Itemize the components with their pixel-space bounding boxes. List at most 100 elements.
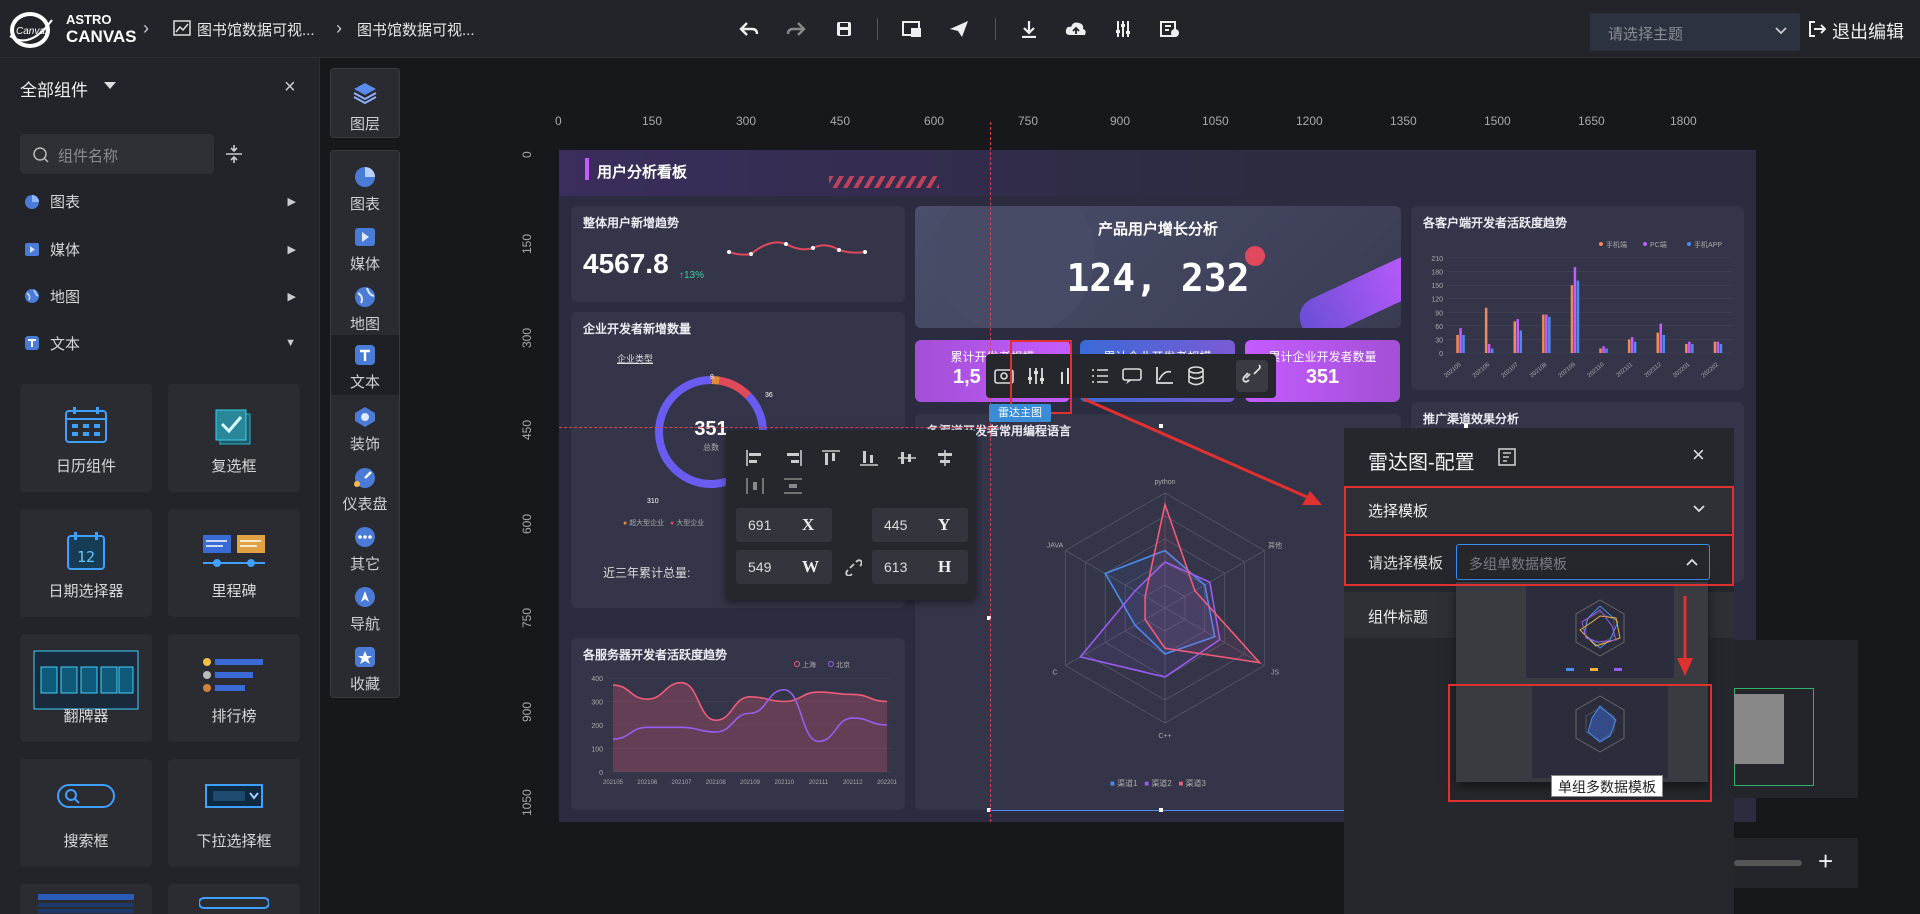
legend-label: 渠道1	[1117, 779, 1138, 788]
template-option-multi-group[interactable]	[1526, 586, 1674, 678]
align-right-icon[interactable]	[784, 450, 802, 466]
close-icon[interactable]: ×	[1692, 442, 1705, 468]
tooltip-icon[interactable]	[1122, 366, 1142, 386]
x-field[interactable]: 691 X	[736, 508, 832, 542]
rail-item-media[interactable]: 媒体	[331, 217, 399, 275]
database-icon[interactable]	[1186, 366, 1206, 386]
chevron-down-icon	[1774, 24, 1788, 38]
client-trend-panel[interactable]: 各客户端开发者活跃度趋势 210 180 150 120 90 60 30 0 202105 20…	[1411, 206, 1744, 390]
search-icon	[32, 146, 50, 164]
distribute-vertical-icon[interactable]	[784, 478, 802, 494]
link-ratio-icon[interactable]	[842, 556, 862, 576]
component-card-table[interactable]	[20, 884, 152, 914]
zoom-in-icon[interactable]: +	[1818, 846, 1833, 877]
height-field[interactable]: 613 H	[872, 550, 968, 584]
rail-item-favorites[interactable]: 收藏	[331, 637, 399, 695]
header-accent	[585, 158, 589, 180]
theme-select[interactable]: 请选择主题	[1590, 13, 1800, 51]
component-card-slider[interactable]	[168, 884, 300, 914]
config-title: 雷达图-配置	[1368, 452, 1475, 474]
width-field[interactable]: 549 W	[736, 550, 832, 584]
category-media[interactable]: 媒体 ▶	[22, 234, 300, 264]
globe-icon	[352, 285, 378, 309]
rail-item-chart[interactable]: 图表	[331, 157, 399, 215]
caret-right-icon: ▶	[287, 290, 296, 303]
card-label: 里程碑	[211, 583, 257, 600]
rail-item-gauge[interactable]: 仪表盘	[331, 457, 399, 515]
align-top-icon[interactable]	[822, 450, 840, 466]
component-card-flip-counter[interactable]: 翻牌器	[20, 634, 152, 742]
link-data-button[interactable]	[1236, 360, 1268, 392]
zoom-slider[interactable]	[1734, 860, 1802, 866]
x-tick-label: 202202	[1701, 362, 1721, 380]
category-maps[interactable]: 地图 ▶	[22, 281, 300, 311]
y-tick-label: 120	[1431, 297, 1443, 304]
new-users-panel[interactable]: 整体用户新增趋势 4567.8 ↑13%	[571, 206, 905, 302]
undo-icon[interactable]	[736, 16, 762, 42]
exit-edit-button[interactable]: 退出编辑	[1832, 18, 1904, 44]
ruler-tick: 750	[520, 607, 534, 628]
component-card-dropdown[interactable]: 下拉选择框	[168, 759, 300, 867]
component-card-search-box[interactable]: 搜索框	[20, 759, 152, 867]
category-charts[interactable]: 图表 ▶	[22, 186, 300, 216]
guide-line-horizontal	[559, 427, 999, 428]
legend-marker	[794, 661, 800, 667]
close-icon[interactable]: ×	[284, 76, 296, 99]
ranking-icon	[201, 656, 267, 698]
breadcrumb-item-1[interactable]: 图书馆数据可视...	[197, 19, 315, 40]
panel-title[interactable]: 全部组件	[20, 76, 88, 101]
favorites-icon	[352, 645, 378, 669]
component-card-date-picker[interactable]: 12 日期选择器	[20, 509, 152, 617]
settings-sliders-icon[interactable]	[1110, 16, 1136, 42]
layout-icon[interactable]	[1498, 448, 1516, 466]
bar	[1691, 343, 1694, 353]
publish-icon[interactable]	[946, 16, 972, 42]
rail-layer[interactable]: 图层	[331, 73, 399, 133]
distribute-horizontal-icon[interactable]	[746, 478, 764, 494]
preview-icon[interactable]	[899, 16, 925, 42]
y-tick-label: 0	[1439, 351, 1443, 358]
card-label: 翻牌器	[63, 708, 109, 725]
y-value: 445	[884, 517, 908, 533]
layer-rail: 图层	[330, 68, 400, 138]
config-icon[interactable]	[1157, 16, 1183, 42]
category-label: 地图	[50, 288, 81, 306]
filter-icon[interactable]	[224, 144, 244, 164]
search-input[interactable]: 组件名称	[20, 134, 214, 174]
y-field[interactable]: 445 Y	[872, 508, 968, 542]
component-card-checkbox[interactable]: 复选框	[168, 384, 300, 492]
rail-item-decoration[interactable]: 装饰	[331, 397, 399, 455]
list-icon[interactable]	[1090, 366, 1110, 386]
download-icon[interactable]	[1016, 16, 1042, 42]
ruler-tick: 0	[555, 114, 562, 128]
bar	[1513, 321, 1516, 353]
align-center-icon[interactable]	[936, 450, 954, 466]
server-trend-panel[interactable]: 各服务器开发者活跃度趋势 400 300 200 100 0 202105 202106 20…	[571, 638, 905, 810]
axis-icon[interactable]	[1154, 366, 1174, 386]
growth-panel[interactable]: 产品用户增长分析 124, 232	[915, 206, 1401, 328]
redo-icon[interactable]	[783, 16, 809, 42]
align-bottom-icon[interactable]	[860, 450, 878, 466]
align-middle-icon[interactable]	[898, 450, 916, 466]
cloud-upload-icon[interactable]	[1063, 16, 1089, 42]
component-card-ranking[interactable]: 排行榜	[168, 634, 300, 742]
component-card-calendar[interactable]: 日历组件	[20, 384, 152, 492]
breadcrumb-item-2[interactable]: 图书馆数据可视...	[357, 19, 475, 40]
section-title: 组件标题	[1368, 609, 1429, 626]
caret-down-icon[interactable]	[104, 82, 116, 90]
save-icon[interactable]	[831, 16, 857, 42]
category-text[interactable]: 文本 ▼	[22, 328, 300, 358]
rail-item-text[interactable]: 文本	[331, 335, 399, 395]
bar	[1656, 332, 1659, 353]
logout-icon[interactable]	[1808, 20, 1826, 38]
position-panel: 691 X 445 Y 549 W 613 H	[726, 430, 976, 600]
x-tick-label: 202105	[1443, 362, 1463, 380]
rail-item-navigation[interactable]: 导航	[331, 577, 399, 635]
legend-label: 渠道2	[1151, 779, 1172, 788]
rail-item-map[interactable]: 地图	[331, 277, 399, 335]
align-left-icon[interactable]	[746, 450, 764, 466]
rail-label: 收藏	[349, 676, 380, 693]
resize-handle[interactable]	[1159, 808, 1163, 812]
component-card-milestone[interactable]: 里程碑	[168, 509, 300, 617]
rail-item-other[interactable]: 其它	[331, 517, 399, 575]
